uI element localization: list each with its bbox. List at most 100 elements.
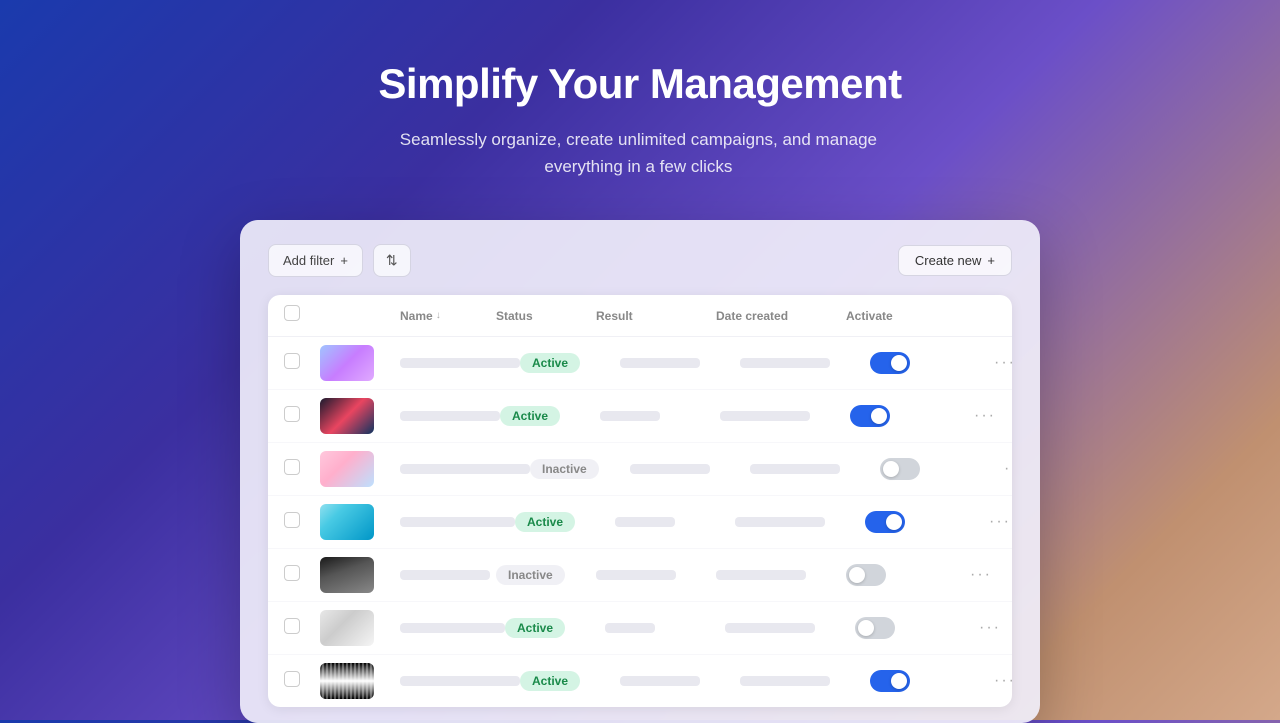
row-thumbnail [320, 398, 400, 434]
status-badge: Inactive [530, 459, 599, 479]
more-icon[interactable]: ··· [966, 562, 996, 588]
more-icon[interactable]: ··· [970, 403, 1000, 429]
main-card: Add filter + ⇅ Create new + Name ↓ Statu… [240, 220, 1040, 723]
name-sort-arrow: ↓ [436, 310, 441, 321]
row-date [725, 623, 855, 633]
row-activate[interactable] [846, 564, 946, 586]
row-activate[interactable] [870, 670, 970, 692]
row-checkbox-cell [284, 406, 320, 427]
row-result [620, 358, 740, 368]
row-more-actions[interactable]: ··· [965, 509, 1012, 535]
add-filter-label: Add filter [283, 253, 334, 268]
row-checkbox[interactable] [284, 618, 300, 634]
status-badge: Active [500, 406, 560, 426]
row-thumbnail [320, 663, 400, 699]
row-checkbox[interactable] [284, 512, 300, 528]
table-header: Name ↓ Status Result Date created Activa… [268, 295, 1012, 337]
row-more-actions[interactable]: ··· [950, 403, 1000, 429]
row-activate[interactable] [855, 617, 955, 639]
row-more-actions[interactable]: ··· [980, 456, 1012, 482]
more-icon[interactable]: ··· [1000, 456, 1012, 482]
hero-subtitle: Seamlessly organize, create unlimited ca… [378, 126, 898, 180]
row-checkbox-cell [284, 353, 320, 374]
row-activate[interactable] [870, 352, 970, 374]
row-status: Active [500, 406, 600, 426]
create-new-plus-icon: + [987, 253, 995, 268]
select-all-checkbox[interactable] [284, 305, 300, 321]
sort-icon: ⇅ [386, 252, 398, 269]
create-new-button[interactable]: Create new + [898, 245, 1012, 276]
row-checkbox[interactable] [284, 353, 300, 369]
hero-title: Simplify Your Management [378, 60, 901, 108]
more-icon[interactable]: ··· [985, 509, 1012, 535]
row-name [400, 623, 505, 633]
row-name [400, 570, 496, 580]
row-name [400, 411, 500, 421]
row-status: Active [505, 618, 605, 638]
row-date [750, 464, 880, 474]
row-thumbnail [320, 557, 400, 593]
campaigns-table: Name ↓ Status Result Date created Activa… [268, 295, 1012, 707]
row-activate[interactable] [850, 405, 950, 427]
create-new-label: Create new [915, 253, 981, 268]
status-badge: Active [520, 671, 580, 691]
sort-button[interactable]: ⇅ [373, 244, 411, 277]
row-checkbox-cell [284, 565, 320, 586]
header-result: Result [596, 309, 716, 323]
row-status: Inactive [496, 565, 596, 585]
table-row: Active ··· [268, 390, 1012, 443]
row-date [720, 411, 850, 421]
activate-toggle[interactable] [846, 564, 886, 586]
row-result [630, 464, 750, 474]
header-checkbox-cell [284, 305, 320, 326]
row-checkbox-cell [284, 459, 320, 480]
row-name [400, 517, 515, 527]
row-status: Inactive [530, 459, 630, 479]
table-row: Inactive ··· [268, 549, 1012, 602]
header-activate: Activate [846, 309, 946, 323]
toolbar-left: Add filter + ⇅ [268, 244, 411, 277]
table-row: Active ··· [268, 496, 1012, 549]
table-row: Active ··· [268, 602, 1012, 655]
row-result [596, 570, 716, 580]
row-more-actions[interactable]: ··· [946, 562, 996, 588]
row-result [620, 676, 740, 686]
activate-toggle[interactable] [870, 670, 910, 692]
more-icon[interactable]: ··· [990, 350, 1012, 376]
hero-section: Simplify Your Management Seamlessly orga… [378, 60, 901, 180]
row-thumbnail [320, 451, 400, 487]
activate-toggle[interactable] [870, 352, 910, 374]
row-name [400, 358, 520, 368]
activate-toggle[interactable] [880, 458, 920, 480]
more-icon[interactable]: ··· [990, 668, 1012, 694]
row-more-actions[interactable]: ··· [955, 615, 1005, 641]
row-result [615, 517, 735, 527]
row-activate[interactable] [865, 511, 965, 533]
row-checkbox[interactable] [284, 406, 300, 422]
status-badge: Inactive [496, 565, 565, 585]
activate-toggle[interactable] [850, 405, 890, 427]
activate-toggle[interactable] [855, 617, 895, 639]
row-checkbox-cell [284, 671, 320, 692]
row-checkbox[interactable] [284, 459, 300, 475]
status-badge: Active [520, 353, 580, 373]
table-row: Active ··· [268, 337, 1012, 390]
activate-toggle[interactable] [865, 511, 905, 533]
row-more-actions[interactable]: ··· [970, 350, 1012, 376]
row-date [740, 676, 870, 686]
row-checkbox-cell [284, 618, 320, 639]
status-badge: Active [515, 512, 575, 532]
row-checkbox[interactable] [284, 671, 300, 687]
header-date-created: Date created [716, 309, 846, 323]
row-checkbox[interactable] [284, 565, 300, 581]
header-status: Status [496, 309, 596, 323]
row-activate[interactable] [880, 458, 980, 480]
more-icon[interactable]: ··· [975, 615, 1005, 641]
row-thumbnail [320, 504, 400, 540]
row-thumbnail [320, 610, 400, 646]
row-more-actions[interactable]: ··· [970, 668, 1012, 694]
row-name [400, 676, 520, 686]
add-filter-button[interactable]: Add filter + [268, 244, 363, 277]
row-date [735, 517, 865, 527]
row-checkbox-cell [284, 512, 320, 533]
